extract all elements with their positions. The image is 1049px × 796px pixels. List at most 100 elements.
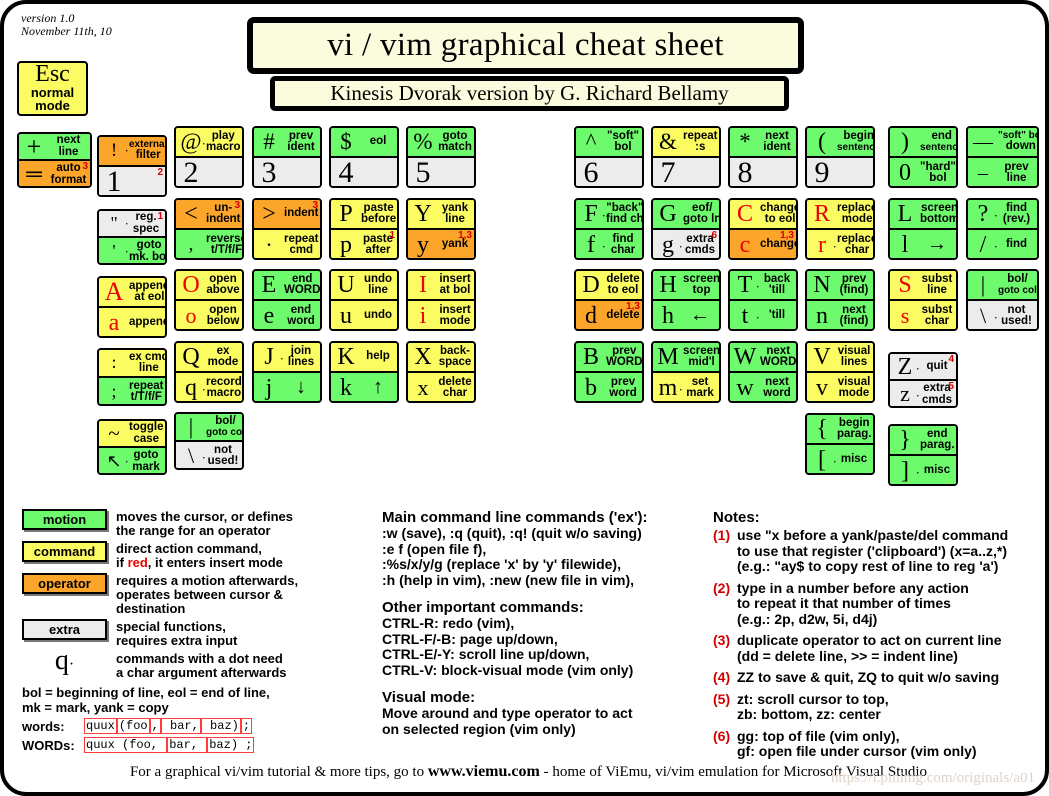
footer-link[interactable]: www.viemu.com (428, 763, 540, 780)
key-F-f[interactable]: F · "back" find ch f · find char (574, 198, 644, 260)
key-Y-y[interactable]: Yyank line y yank 1,3 (406, 198, 476, 260)
key-dollar-4[interactable]: $ eol 4 (329, 126, 399, 188)
key-label-line-2: ident (763, 141, 791, 153)
key-X-x[interactable]: Xback-space x delete char (406, 341, 476, 403)
key-esc[interactable]: Esc normal mode (17, 61, 88, 116)
key-label-line-1: undo (363, 309, 393, 322)
note-item: (6) gg: top of file (vim only), gf: open f… (713, 728, 1048, 760)
key-glyph: d (585, 303, 597, 329)
key-colon-semi[interactable]: : ex cmd line; repeat t/T/f/F (97, 348, 167, 406)
key-label-line-2: WORD (760, 356, 796, 368)
key-label-line-2: lines (840, 356, 868, 368)
key-half-lower: v visual mode (807, 373, 873, 401)
key-percent-5[interactable]: % goto match 5 (406, 126, 476, 188)
key-pipe-backslash[interactable]: | bol/goto col \ · not used! (174, 412, 244, 470)
key-label-line-2: before (361, 213, 397, 225)
key-C-c[interactable]: Cchangeto eolcchange1,3 (728, 198, 798, 260)
key-G-g[interactable]: Geof/goto ln g · extra cmds 6 (651, 198, 721, 260)
key-J-j[interactable]: J · join lines j ↓ (252, 341, 322, 403)
key-half-lower: l → (890, 230, 956, 258)
key-half-upper: F · "back" find ch (576, 200, 642, 230)
key-glyph: T (737, 272, 753, 298)
key-glyph: 0 (899, 160, 911, 186)
key-footnote-marker: 3 (312, 200, 318, 211)
footer-pre: For a graphical vi/vim tutorial & more t… (129, 764, 425, 780)
key-caret-6[interactable]: ^ "soft" bol 6 (574, 126, 644, 188)
key-tilde-backtick[interactable]: ~ toggle case ↖ · goto mark (97, 419, 167, 475)
key-glyph: < (184, 201, 198, 227)
key-lparen-9[interactable]: (beginsentence9 (805, 126, 875, 188)
key-Z-z[interactable]: Z · quit 4 z · extra cmds 5 (888, 352, 958, 408)
key-underscore-dash[interactable]: —"soft" boldown–prevline (966, 126, 1039, 188)
key-label-line-2: ident (287, 141, 315, 153)
key-label-line-2: line (58, 145, 79, 158)
key-bang-1[interactable]: ! · external filter 1 2 (97, 135, 167, 197)
key-glyph: i (419, 303, 427, 329)
key-W-w[interactable]: Wnext WORD w next word (728, 341, 798, 403)
key-I-i[interactable]: Iinsert at bol i insert mode (406, 269, 476, 331)
key-footnote-marker: 1,3 (626, 301, 640, 312)
key-half-upper: * next ident (730, 128, 796, 158)
key-gt-dot[interactable]: > indent 3 · repeat cmd (252, 198, 322, 260)
key-glyph: ↖ (106, 450, 122, 471)
key-glyph: 4 (338, 158, 354, 188)
key-M-m[interactable]: Mscreen mid'l m · set mark (651, 341, 721, 403)
key-L-l[interactable]: Lscreen bottom l → (888, 198, 958, 260)
key-half-lower: f · find char (576, 230, 642, 258)
key-Q-q[interactable]: Qex mode q · record macro (174, 341, 244, 403)
key-glyph: , (188, 234, 194, 255)
note-number: (1) (713, 527, 731, 543)
key-P-p[interactable]: Ppaste before p paste after 1 (329, 198, 399, 260)
key-label-line-2: bottom (920, 213, 956, 225)
key-at-2[interactable]: @ · play macro 2 (174, 126, 244, 188)
key-brace-bracket-left[interactable]: {begin parag.[· misc (805, 413, 875, 475)
key-star-8[interactable]: * next ident 8 (728, 126, 798, 188)
key-glyph: Y (414, 201, 432, 227)
key-question-slash[interactable]: ? · find (rev.) / · find (966, 198, 1039, 260)
key-glyph: t (741, 303, 749, 329)
key-label-line-2: above (206, 284, 240, 296)
key-label-line-2: mode (207, 356, 239, 368)
key-footnote-marker: 3 (82, 161, 88, 172)
key-brace-bracket-right[interactable]: } end parag.] · misc (888, 424, 958, 486)
key-amp-7[interactable]: & repeat:s 7 (651, 126, 721, 188)
ex-commands-title: Main command line commands ('ex'): (382, 509, 648, 526)
key-glyph: : (111, 352, 117, 372)
key-glyph: / (979, 232, 987, 258)
key-A-a[interactable]: Aappendat eolaappend (97, 276, 167, 338)
WORDS-example-chunk: quux (foo, (84, 737, 168, 753)
key-E-e[interactable]: Eend WORD e end word (252, 269, 322, 331)
words-example: words: quux (foo, bar, baz); (22, 718, 377, 734)
key-N-n[interactable]: Nprev (find) n next (find) (805, 269, 875, 331)
key-label-line-2: mark (686, 387, 714, 399)
key-rparen-0[interactable]: )endsentence0"hard"bol (888, 126, 958, 188)
key-T-t[interactable]: T · back'till t ·'till (728, 269, 798, 331)
key-hash-3[interactable]: # prev ident 3 (252, 126, 322, 188)
key-O-o[interactable]: Oopen above o open below (174, 269, 244, 331)
key-glyph: ] (901, 458, 909, 484)
key-H-h[interactable]: Hscreen top h ← (651, 269, 721, 331)
key-half-upper: Hscreen top (653, 271, 719, 301)
key-quote-apos[interactable]: "·reg.spec1'·gotomk. bol (97, 209, 167, 265)
key-plus-minus[interactable]: + next line ═ auto format 3 (17, 132, 92, 188)
key-K-k[interactable]: Khelp k ↑ (329, 341, 399, 403)
key-S-s[interactable]: Ssubst line s subst char (888, 269, 958, 331)
legend-chip-operator: operator (22, 573, 107, 594)
key-glyph: n (816, 303, 828, 329)
key-B-b[interactable]: Bprev WORD b prev word (574, 341, 644, 403)
key-glyph: 1 (106, 167, 122, 197)
visual-mode-title: Visual mode: (382, 689, 476, 706)
key-U-u[interactable]: Uundo line u undo (329, 269, 399, 331)
key-D-d[interactable]: Ddelete to eol d delete 1,3 (574, 269, 644, 331)
key-label-line-2: after (365, 244, 391, 256)
legend-chip-extra: extra (22, 619, 107, 640)
version-stamp: version 1.0 November 11th, 10 (21, 12, 112, 38)
key-bracket-bslash-right[interactable]: | bol/goto col \ · not used! (966, 269, 1039, 331)
key-half-lower: 6 (576, 158, 642, 186)
key-label-line-1: find (1005, 238, 1028, 251)
key-V-v[interactable]: Vvisual lines v visual mode (805, 341, 875, 403)
key-glyph: s (900, 302, 910, 328)
key-half-lower: \ · not used! (968, 301, 1037, 329)
key-lt-comma[interactable]: <un-indent3,reverset/T/f/F (174, 198, 244, 260)
key-R-r[interactable]: Rreplacemoder·replacechar (805, 198, 875, 260)
